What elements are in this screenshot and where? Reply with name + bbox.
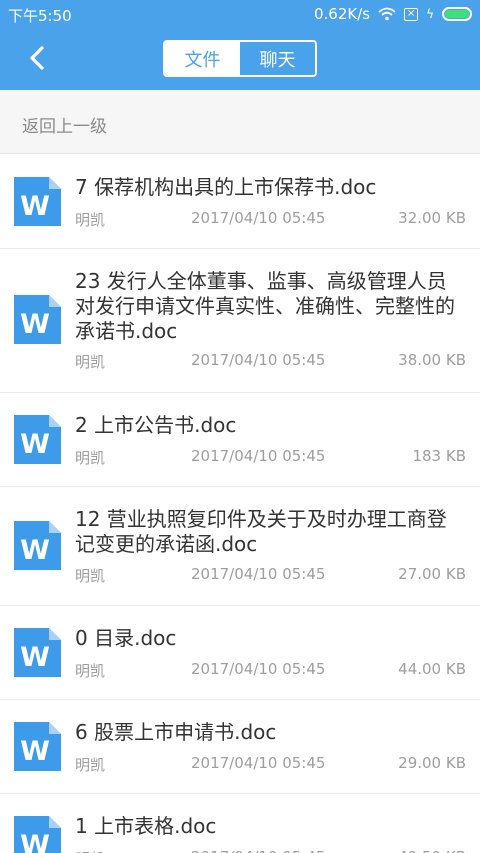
file-author: 明凯 <box>75 567 106 585</box>
file-meta: 明凯 2017/04/10 05:45 49.50 KB <box>75 848 466 853</box>
svg-text:W: W <box>20 642 50 673</box>
tab-chat[interactable]: 聊天 <box>240 42 315 75</box>
file-title: 7 保荐机构出具的上市保荐书.doc <box>75 175 377 199</box>
file-title: 2 上市公告书.doc <box>75 413 237 437</box>
wifi-icon <box>378 7 396 21</box>
file-title: 12 营业执照复印件及关于及时办理工商登记变更的承诺函.doc <box>75 507 447 556</box>
file-title: 23 发行人全体董事、监事、高级管理人员对发行申请文件真实性、准确性、完整性的承… <box>75 269 455 343</box>
charging-icon: ϟ <box>426 7 434 21</box>
svg-text:W: W <box>20 429 50 460</box>
file-list-item[interactable]: W 2 上市公告书.doc 明凯 2017/04/10 05:45 183 KB <box>0 393 480 487</box>
file-size: 183 KB <box>412 447 466 465</box>
svg-text:W: W <box>20 309 50 340</box>
file-title: 6 股票上市申请书.doc <box>75 720 277 744</box>
file-time: 2017/04/10 05:45 <box>191 848 325 853</box>
battery-icon <box>442 7 472 21</box>
file-meta: 明凯 2017/04/10 05:45 32.00 KB <box>75 209 466 229</box>
word-doc-icon: W <box>14 816 61 853</box>
file-time: 2017/04/10 05:45 <box>191 565 326 583</box>
status-icons: 0.62K/s × ϟ <box>314 5 472 23</box>
file-meta: 明凯 2017/04/10 05:45 27.00 KB <box>75 565 466 585</box>
network-speed: 0.62K/s <box>313 5 371 23</box>
word-doc-icon: W <box>14 521 61 570</box>
file-size: 29.00 KB <box>398 754 466 772</box>
file-list-item[interactable]: W 23 发行人全体董事、监事、高级管理人员对发行申请文件真实性、准确性、完整性的… <box>0 249 480 393</box>
file-author: 明凯 <box>75 211 106 229</box>
file-list-item[interactable]: W 0 目录.doc 明凯 2017/04/10 05:45 44.00 KB <box>0 606 480 700</box>
tab-files[interactable]: 文件 <box>165 42 240 75</box>
file-meta: 明凯 2017/04/10 05:45 38.00 KB <box>75 351 466 371</box>
file-list-item[interactable]: W 1 上市表格.doc 明凯 2017/04/10 05:45 49.50 KB <box>0 794 480 853</box>
file-list: W 7 保荐机构出具的上市保荐书.doc 明凯 2017/04/10 05:45 32.… <box>0 155 480 853</box>
status-bar: 下午5:50 0.62K/s × ϟ <box>0 0 480 28</box>
file-time: 2017/04/10 05:45 <box>191 351 326 369</box>
file-author: 明凯 <box>75 662 106 680</box>
file-list-item[interactable]: W 6 股票上市申请书.doc 明凯 2017/04/10 05:45 29.00 KB <box>0 700 480 794</box>
file-time: 2017/04/10 05:45 <box>191 447 326 465</box>
word-doc-icon: W <box>14 628 61 677</box>
file-size: 27.00 KB <box>398 565 466 583</box>
file-meta: 明凯 2017/04/10 05:45 44.00 KB <box>75 660 466 680</box>
word-doc-icon: W <box>14 177 61 226</box>
file-time: 2017/04/10 05:45 <box>191 754 326 772</box>
file-author: 明凯 <box>75 353 106 371</box>
svg-text:W: W <box>20 830 50 853</box>
file-title: 0 目录.doc <box>75 626 177 650</box>
status-time: 下午5:50 <box>8 7 72 25</box>
svg-text:W: W <box>20 191 50 222</box>
back-up-row[interactable]: 返回上一级 <box>0 90 480 154</box>
file-size: 49.50 KB <box>398 848 466 853</box>
no-sim-icon: × <box>404 7 419 21</box>
word-doc-icon: W <box>14 722 61 771</box>
file-author: 明凯 <box>75 449 106 467</box>
segmented-tabs: 文件 聊天 <box>163 40 317 77</box>
file-author: 明凯 <box>75 848 105 853</box>
word-doc-icon: W <box>14 295 61 344</box>
file-time: 2017/04/10 05:45 <box>191 660 326 678</box>
file-size: 44.00 KB <box>398 660 466 678</box>
file-meta: 明凯 2017/04/10 05:45 29.00 KB <box>75 754 466 774</box>
svg-text:W: W <box>20 535 50 566</box>
nav-bar: 文件 聊天 <box>0 28 480 90</box>
word-doc-icon: W <box>14 415 61 464</box>
back-up-label: 返回上一级 <box>22 117 107 137</box>
file-time: 2017/04/10 05:45 <box>191 209 326 227</box>
file-size: 32.00 KB <box>398 209 466 227</box>
file-title: 1 上市表格.doc <box>75 814 217 838</box>
file-author: 明凯 <box>75 756 106 774</box>
svg-text:W: W <box>20 736 50 767</box>
file-list-item[interactable]: W 7 保荐机构出具的上市保荐书.doc 明凯 2017/04/10 05:45 32.… <box>0 155 480 249</box>
file-size: 38.00 KB <box>398 351 466 369</box>
back-arrow-icon[interactable] <box>24 44 52 72</box>
file-meta: 明凯 2017/04/10 05:45 183 KB <box>75 447 466 467</box>
file-list-item[interactable]: W 12 营业执照复印件及关于及时办理工商登记变更的承诺函.doc 明凯 2017/0… <box>0 487 480 606</box>
